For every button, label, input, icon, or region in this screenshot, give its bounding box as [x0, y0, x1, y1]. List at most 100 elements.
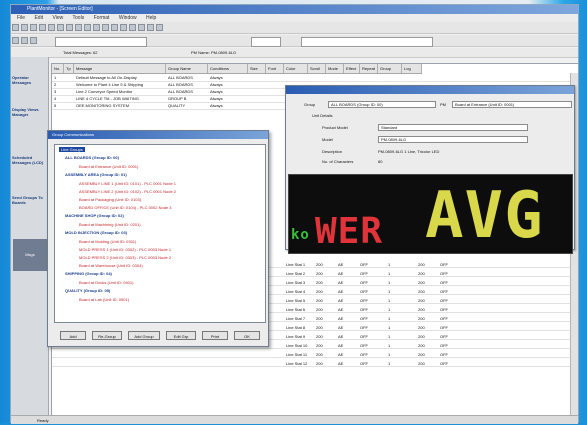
- grid-column-header[interactable]: Scroll: [308, 64, 326, 73]
- grid-column-header[interactable]: Tp: [64, 64, 74, 73]
- table-cell: OFF: [360, 307, 368, 312]
- group-icon[interactable]: [129, 24, 136, 31]
- table-cell: Default Message to All On-Display: [76, 75, 137, 80]
- open-icon[interactable]: [21, 24, 28, 31]
- table-cell: Always: [210, 103, 223, 108]
- led-text-green: ko: [291, 227, 310, 243]
- color-icon[interactable]: [147, 24, 154, 31]
- grid-column-header[interactable]: Font: [266, 64, 284, 73]
- grid-column-header[interactable]: Size: [248, 64, 266, 73]
- table-cell: OFF: [440, 352, 448, 357]
- copy-icon[interactable]: [57, 24, 64, 31]
- add-button[interactable]: Add: [60, 331, 86, 340]
- tree-unit-node[interactable]: Board at Warehouse (Unit ID: 0304): [79, 263, 143, 268]
- undo-icon[interactable]: [75, 24, 82, 31]
- bold-icon[interactable]: [12, 37, 19, 44]
- table-cell: 1: [388, 289, 391, 294]
- unit-details-heading: Unit Details: [312, 113, 333, 118]
- menu-format[interactable]: Format: [94, 15, 110, 21]
- italic-icon[interactable]: [21, 37, 28, 44]
- table-cell: 1: [388, 316, 391, 321]
- send-icon[interactable]: [102, 24, 109, 31]
- table-cell: GROUP B: [168, 96, 187, 101]
- nav-operator-messages[interactable]: Operator Messages: [12, 75, 48, 85]
- menu-file[interactable]: File: [17, 15, 25, 21]
- nav-send-groups[interactable]: Send Groups To Boards: [12, 195, 48, 205]
- grid-column-header[interactable]: Group Name: [166, 64, 208, 73]
- table-cell: Always: [210, 89, 223, 94]
- nav-selected-item[interactable]: Msgs: [13, 239, 47, 271]
- grid-column-header[interactable]: Conditions: [208, 64, 248, 73]
- grid-column-header[interactable]: Effect: [344, 64, 360, 73]
- regroup-button[interactable]: Re-Group: [92, 331, 122, 340]
- print-button[interactable]: Print: [202, 331, 228, 340]
- cut-icon[interactable]: [48, 24, 55, 31]
- tree-unit-node[interactable]: Board at Lab (Unit ID: 0501): [79, 297, 129, 302]
- add-group-button[interactable]: Add Group: [128, 331, 160, 340]
- grid-icon[interactable]: [111, 24, 118, 31]
- table-cell: 200: [418, 352, 425, 357]
- table-cell: OFF: [440, 343, 448, 348]
- table-cell: OFF: [440, 271, 448, 276]
- help-icon[interactable]: [156, 24, 163, 31]
- table-row[interactable]: Line Stat 12 200 AE OFF 1 200 OFF: [52, 360, 578, 367]
- font-icon[interactable]: [138, 24, 145, 31]
- tree-unit-node[interactable]: Board at Molding (Unit ID: 0301): [79, 239, 136, 244]
- find-icon[interactable]: [93, 24, 100, 31]
- redo-icon[interactable]: [84, 24, 91, 31]
- size-select[interactable]: [251, 37, 281, 47]
- tree-unit-node[interactable]: Board at Machining (Unit ID: 0201): [79, 222, 141, 227]
- menu-view[interactable]: View: [52, 15, 63, 21]
- color-select[interactable]: [301, 37, 433, 47]
- table-cell: OFF: [360, 316, 368, 321]
- pm-dropdown[interactable]: Board at Entrance (Unit ID: 0001): [452, 101, 572, 108]
- table-row[interactable]: Line Stat 11 200 AE OFF 1 200 OFF: [52, 351, 578, 358]
- save-icon[interactable]: [30, 24, 37, 31]
- nav-display-views[interactable]: Display Views Manager: [12, 107, 48, 117]
- tree-unit-node[interactable]: MOLD PRESS 1 (Unit ID: 0302) - PLC 0003 …: [79, 247, 171, 252]
- board-icon[interactable]: [120, 24, 127, 31]
- font-select[interactable]: [55, 37, 147, 47]
- edit-group-button[interactable]: Edit Grp: [166, 331, 196, 340]
- print-icon[interactable]: [39, 24, 46, 31]
- align-icon[interactable]: [30, 37, 37, 44]
- tree-unit-node[interactable]: Board at Packaging (Unit ID: 0103): [79, 197, 141, 202]
- nav-scheduled-messages[interactable]: Scheduled Messages (LCD): [12, 155, 48, 165]
- tree-unit-node[interactable]: Board at Docks (Unit ID: 0401): [79, 280, 133, 285]
- group-dropdown[interactable]: ALL BOARDS (Group ID: 00): [328, 101, 436, 108]
- model-dropdown[interactable]: PM-0809-6LG: [378, 136, 528, 143]
- tree-root[interactable]: Line Groups: [59, 147, 85, 152]
- table-cell: 1: [388, 271, 391, 276]
- tree-unit-node[interactable]: Board at Entrance (Unit ID: 0001): [79, 164, 138, 169]
- new-icon[interactable]: [12, 24, 19, 31]
- tree-group-node[interactable]: MACHINE SHOP (Group ID: 02): [65, 213, 124, 218]
- product-model-label: Product Model: [322, 125, 348, 130]
- tree-unit-node[interactable]: ASSEMBLY LINE 1 (Unit ID: 0101) - PLC 00…: [79, 181, 176, 186]
- tree-group-node[interactable]: SHIPPING (Group ID: 04): [65, 271, 112, 276]
- tree-group-node[interactable]: ASSEMBLY AREA (Group ID: 01): [65, 172, 127, 177]
- grid-column-header[interactable]: Message: [74, 64, 166, 73]
- grid-column-header[interactable]: Log: [402, 64, 422, 73]
- tree-unit-node[interactable]: MOLD PRESS 2 (Unit ID: 0303) - PLC 0003 …: [79, 255, 171, 260]
- table-cell: Line Stat 3: [286, 280, 306, 285]
- tree-unit-node[interactable]: ASSEMBLY LINE 2 (Unit ID: 0102) - PLC 00…: [79, 189, 176, 194]
- product-model-dropdown[interactable]: Standard: [378, 124, 528, 131]
- grid-column-header[interactable]: Group: [378, 64, 402, 73]
- table-cell: 1: [388, 334, 391, 339]
- tree-group-node[interactable]: QUALITY (Group ID: 05): [65, 288, 110, 293]
- grid-column-header[interactable]: Repeat: [360, 64, 378, 73]
- menu-window[interactable]: Window: [119, 15, 137, 21]
- menu-bar: File Edit View Tools Format Window Help: [11, 14, 578, 22]
- table-cell: 200: [316, 271, 323, 276]
- tree-group-node[interactable]: MOLD INJECTION (Group ID: 03): [65, 230, 127, 235]
- grid-column-header[interactable]: No.: [52, 64, 64, 73]
- menu-help[interactable]: Help: [146, 15, 156, 21]
- menu-edit[interactable]: Edit: [34, 15, 43, 21]
- grid-column-header[interactable]: Color: [284, 64, 308, 73]
- menu-tools[interactable]: Tools: [73, 15, 85, 21]
- tree-unit-node[interactable]: BOARD OFFICE (Unit ID: 0104) - PLC 0002 …: [79, 205, 171, 210]
- paste-icon[interactable]: [66, 24, 73, 31]
- tree-group-node[interactable]: ALL BOARDS (Group ID: 00): [65, 155, 119, 160]
- ok-button[interactable]: OK: [234, 331, 260, 340]
- grid-column-header[interactable]: Mode: [326, 64, 344, 73]
